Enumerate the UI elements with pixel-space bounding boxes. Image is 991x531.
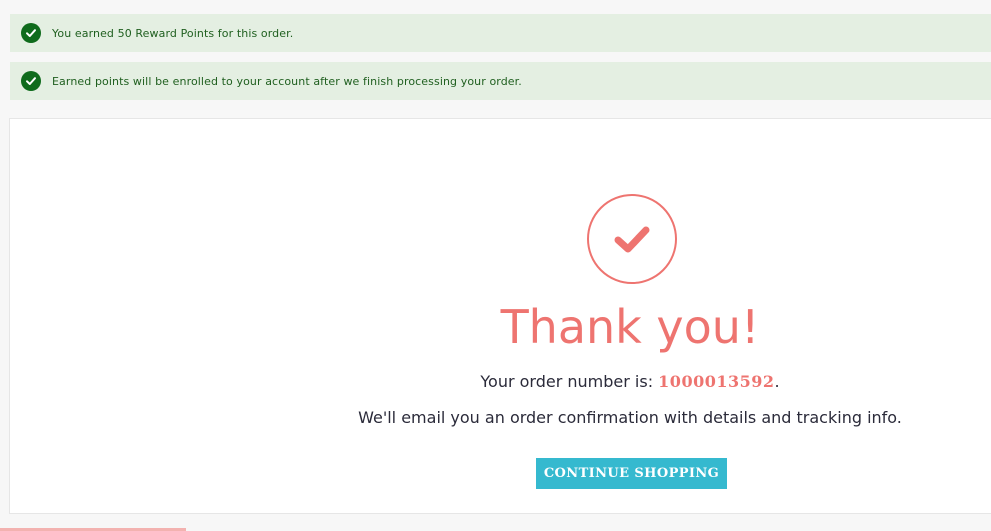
reward-points-notice: You earned 50 Reward Points for this ord… xyxy=(10,14,991,52)
thank-you-heading: Thank you! xyxy=(500,300,760,354)
continue-shopping-button[interactable]: CONTINUE SHOPPING xyxy=(536,458,727,489)
check-circle-icon xyxy=(21,71,41,91)
order-number-line: Your order number is: 1000013592. xyxy=(330,371,930,393)
order-number: 1000013592 xyxy=(658,372,775,391)
points-enrollment-notice: Earned points will be enrolled to your a… xyxy=(10,62,991,100)
order-number-suffix: . xyxy=(774,372,780,391)
email-confirmation-text: We'll email you an order confirmation wi… xyxy=(358,408,902,427)
checkmark-circle-icon xyxy=(587,194,677,284)
check-circle-icon xyxy=(21,23,41,43)
notice-text: Earned points will be enrolled to your a… xyxy=(52,74,522,88)
order-number-label: Your order number is: xyxy=(480,372,659,391)
notice-text: You earned 50 Reward Points for this ord… xyxy=(52,26,294,40)
